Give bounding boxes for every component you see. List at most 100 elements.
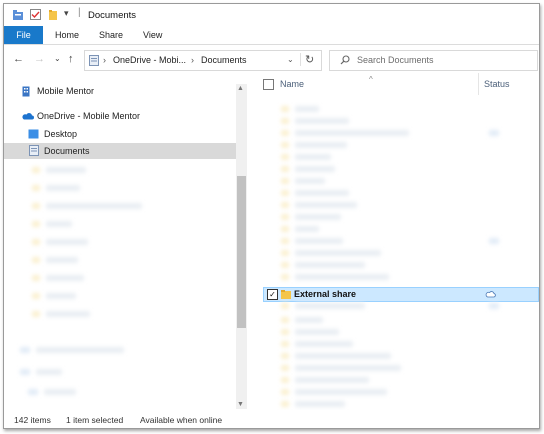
- search-box[interactable]: Search Documents: [329, 50, 538, 71]
- redacted-file-row[interactable]: [295, 353, 391, 359]
- address-box[interactable]: › OneDrive - Mobi... › Documents ⌄ ↻: [84, 50, 322, 71]
- redacted-file-row[interactable]: [295, 130, 409, 136]
- redacted-file-icon: [281, 341, 289, 347]
- redacted-file-row[interactable]: [295, 274, 389, 280]
- desktop-folder-icon: [28, 129, 39, 139]
- redacted-file-row[interactable]: [295, 106, 319, 112]
- row-checkbox[interactable]: ✓: [267, 289, 278, 300]
- column-divider[interactable]: [478, 73, 479, 95]
- back-arrow-icon[interactable]: ←: [13, 53, 24, 65]
- new-folder-icon[interactable]: [48, 9, 58, 21]
- redacted-file-row[interactable]: [295, 214, 341, 220]
- redacted-file-row[interactable]: [295, 142, 347, 148]
- file-row-external-share[interactable]: ✓ External share: [263, 287, 539, 302]
- redacted-file-row[interactable]: [295, 178, 325, 184]
- scroll-up-icon[interactable]: ▲: [237, 85, 244, 92]
- redacted-file-row[interactable]: [295, 365, 401, 371]
- redacted-file-icon: [281, 353, 289, 359]
- refresh-icon[interactable]: ↻: [300, 53, 314, 66]
- scroll-down-icon[interactable]: ▼: [237, 401, 244, 408]
- tab-view[interactable]: View: [143, 26, 162, 44]
- column-header-name[interactable]: Name: [280, 73, 304, 95]
- redacted-file-icon: [281, 317, 289, 323]
- address-dropdown-icon[interactable]: ⌄: [287, 55, 294, 64]
- redacted-nav-item[interactable]: [46, 203, 142, 209]
- redacted-file-icon: [281, 178, 289, 184]
- redacted-file-icon: [281, 238, 289, 244]
- status-bar: 142 items 1 item selected Available when…: [4, 410, 539, 428]
- up-arrow-icon[interactable]: ↑: [68, 53, 74, 65]
- item-count: 142 items: [14, 415, 51, 425]
- nav-item-documents[interactable]: Documents: [4, 143, 236, 159]
- redacted-file-row[interactable]: [295, 341, 353, 347]
- tab-home[interactable]: Home: [55, 26, 79, 44]
- redacted-file-icon: [281, 303, 289, 309]
- redacted-file-row[interactable]: [295, 250, 381, 256]
- redacted-nav-item[interactable]: [46, 293, 76, 299]
- redacted-nav-icon: [32, 185, 40, 191]
- redacted-nav-icon: [28, 389, 38, 395]
- redacted-file-row[interactable]: [295, 329, 339, 335]
- redacted-file-row[interactable]: [295, 303, 365, 309]
- redacted-file-row[interactable]: [295, 154, 331, 160]
- breadcrumb-separator: ›: [191, 55, 194, 65]
- forward-arrow-icon[interactable]: →: [34, 53, 45, 65]
- redacted-status: [489, 303, 499, 309]
- sort-indicator-icon: ^: [369, 75, 373, 84]
- redacted-nav-item[interactable]: [46, 275, 84, 281]
- redacted-file-row[interactable]: [295, 226, 319, 232]
- redacted-file-row[interactable]: [295, 401, 345, 407]
- scroll-thumb[interactable]: [237, 176, 246, 328]
- redacted-file-icon: [281, 262, 289, 268]
- redacted-nav-item[interactable]: [46, 185, 80, 191]
- redacted-file-row[interactable]: [295, 262, 365, 268]
- file-list-pane: ^ Name Status ✓ External share: [253, 73, 539, 410]
- tab-share[interactable]: Share: [99, 26, 123, 44]
- redacted-file-row[interactable]: [295, 202, 357, 208]
- redacted-file-row[interactable]: [295, 190, 349, 196]
- tab-file[interactable]: File: [4, 26, 43, 44]
- redacted-nav-item[interactable]: [46, 221, 72, 227]
- redacted-file-icon: [281, 377, 289, 383]
- redacted-file-row[interactable]: [295, 317, 323, 323]
- redacted-file-icon: [281, 130, 289, 136]
- redacted-nav-item[interactable]: [46, 311, 90, 317]
- title-bar: ▾ | Documents: [4, 4, 539, 26]
- ribbon-tabs: File Home Share View: [4, 26, 539, 45]
- redacted-file-icon: [281, 389, 289, 395]
- select-all-checkbox[interactable]: [263, 79, 274, 90]
- redacted-file-icon: [281, 401, 289, 407]
- properties-icon[interactable]: [30, 9, 41, 20]
- redacted-file-icon: [281, 329, 289, 335]
- nav-label: OneDrive - Mobile Mentor: [37, 111, 141, 121]
- folder-icon: [281, 289, 291, 299]
- recent-locations-icon[interactable]: ⌄: [54, 54, 61, 63]
- window-title: Documents: [88, 10, 137, 21]
- redacted-nav-item[interactable]: [46, 257, 78, 263]
- search-input[interactable]: Search Documents: [357, 55, 434, 65]
- redacted-nav-item[interactable]: [46, 167, 86, 173]
- breadcrumb-onedrive[interactable]: OneDrive - Mobi...: [113, 55, 186, 65]
- redacted-file-icon: [281, 142, 289, 148]
- redacted-nav-item[interactable]: [36, 369, 62, 375]
- quick-access-dropdown-icon[interactable]: ▾: [64, 8, 69, 19]
- nav-scrollbar[interactable]: ▲ ▼: [236, 84, 247, 409]
- breadcrumb-separator: ›: [103, 55, 106, 65]
- redacted-file-row[interactable]: [295, 166, 335, 172]
- breadcrumb-documents[interactable]: Documents: [201, 55, 247, 65]
- redacted-nav-icon: [32, 311, 40, 317]
- redacted-status: [489, 238, 499, 244]
- redacted-nav-item[interactable]: [46, 239, 88, 245]
- title-divider: |: [78, 7, 81, 18]
- redacted-file-row[interactable]: [295, 118, 349, 124]
- redacted-file-icon: [281, 106, 289, 112]
- redacted-nav-item[interactable]: [44, 389, 76, 395]
- redacted-nav-item[interactable]: [36, 347, 124, 353]
- redacted-file-row[interactable]: [295, 238, 343, 244]
- column-header-status[interactable]: Status: [484, 73, 510, 95]
- redacted-file-row[interactable]: [295, 389, 387, 395]
- availability-status: Available when online: [140, 415, 223, 425]
- redacted-file-row[interactable]: [295, 377, 369, 383]
- explorer-window: ▾ | Documents File Home Share View ← → ⌄…: [3, 3, 540, 429]
- redacted-nav-icon: [32, 167, 40, 173]
